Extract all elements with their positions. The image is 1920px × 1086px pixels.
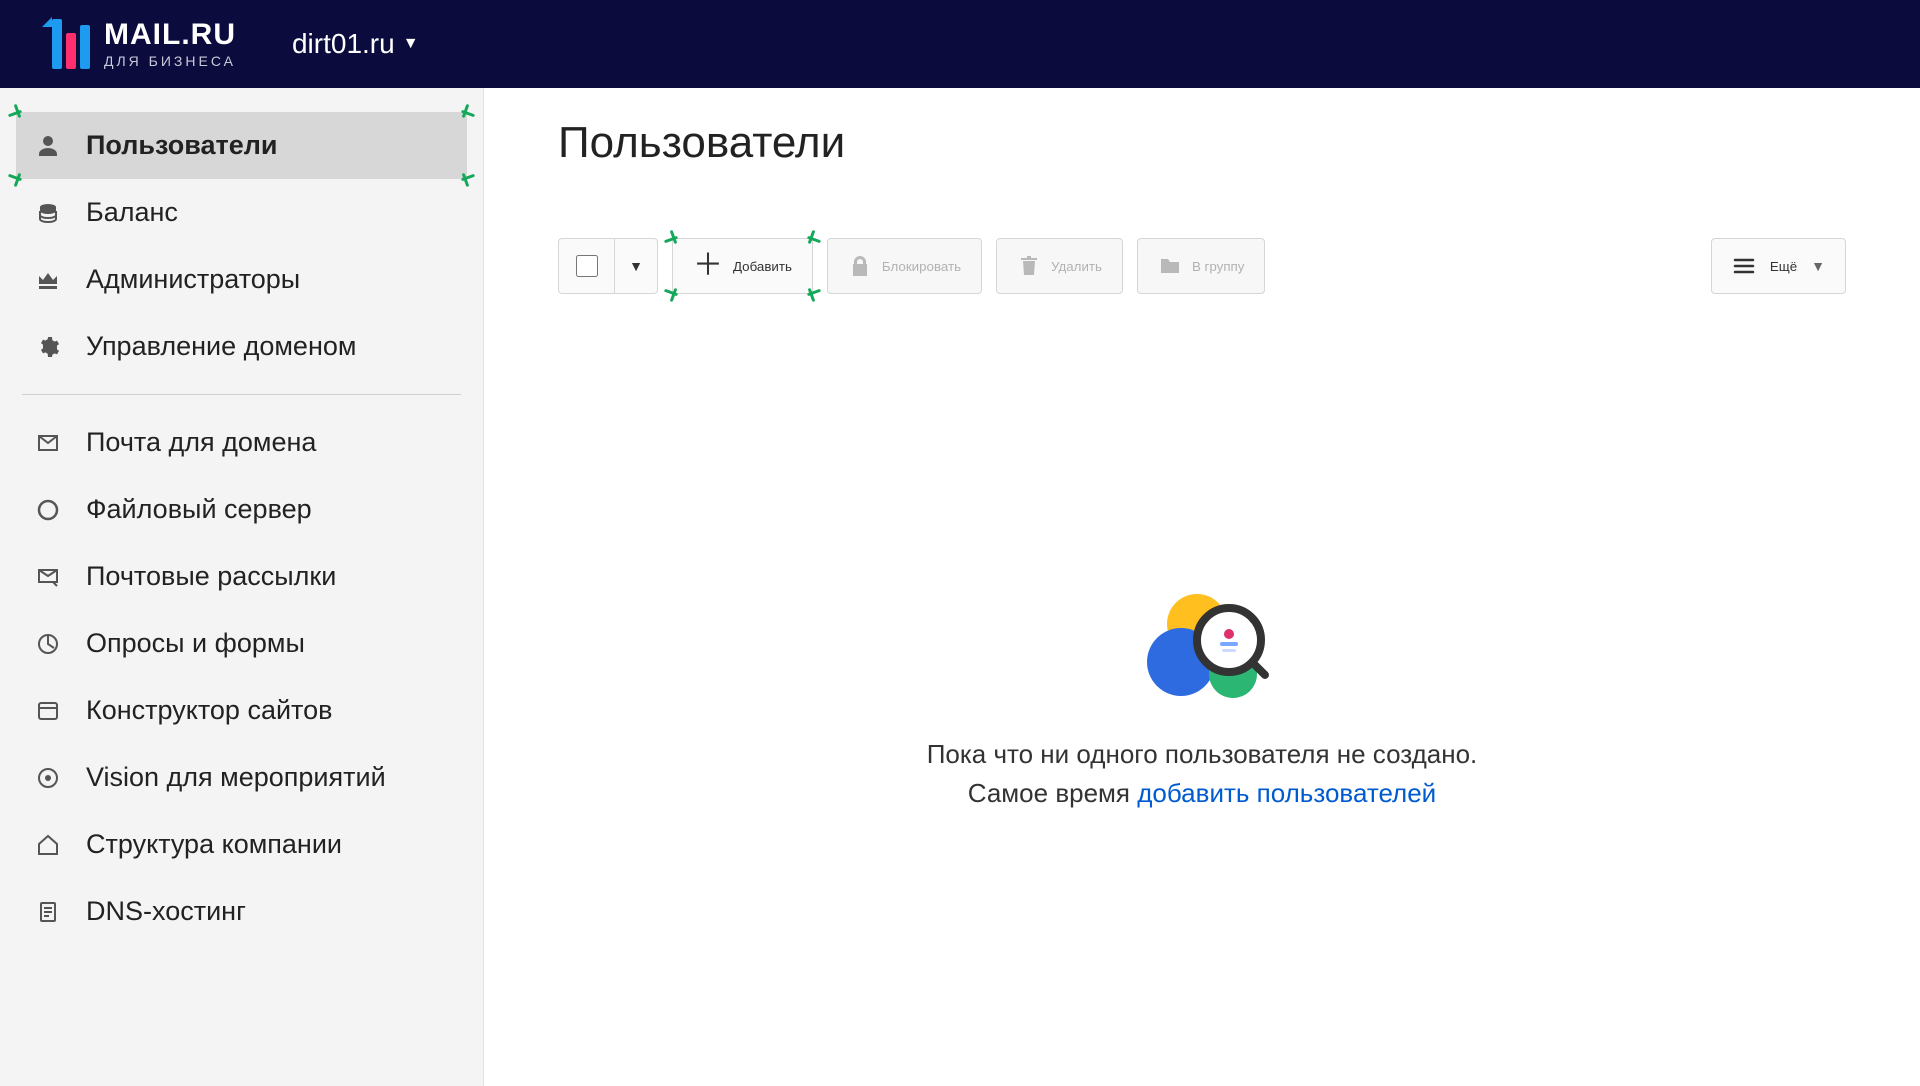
mailings-icon [36, 565, 64, 589]
empty-line2-prefix: Самое время [968, 778, 1137, 808]
block-button-label: Блокировать [882, 259, 961, 274]
sidebar-item-fileserver[interactable]: Файловый сервер [16, 476, 467, 543]
sidebar-item-label: Администраторы [86, 264, 300, 295]
toolbar: ▼ ＋ Добавить Блокировать [558, 238, 1846, 294]
sidebar-item-label: Vision для мероприятий [86, 762, 386, 793]
polls-icon [36, 632, 64, 656]
delete-button-label: Удалить [1051, 259, 1102, 274]
main-content: Пользователи ▼ ＋ Добавить [484, 88, 1920, 1086]
sidebar-item-label: Файловый сервер [86, 494, 312, 525]
to-group-button-label: В группу [1192, 259, 1244, 274]
block-button[interactable]: Блокировать [827, 238, 982, 294]
sidebar-item-admins[interactable]: Администраторы [16, 246, 467, 313]
select-all-input[interactable] [576, 255, 598, 277]
sidebar-item-vision[interactable]: Vision для мероприятий [16, 744, 467, 811]
add-button-label: Добавить [733, 259, 792, 274]
empty-state-text: Пока что ни одного пользователя не созда… [558, 735, 1846, 813]
sidebar-item-label: Опросы и формы [86, 628, 305, 659]
menu-icon [1732, 254, 1756, 278]
add-users-link[interactable]: добавить пользователей [1137, 778, 1436, 808]
app-root: MAIL.RU ДЛЯ БИЗНЕСА dirt01.ru ▼ Пользова… [0, 0, 1920, 1086]
logo-mark-icon [52, 19, 90, 69]
sidebar-item-label: Управление доменом [86, 331, 356, 362]
plus-icon: ＋ [693, 251, 723, 281]
select-all-dropdown[interactable]: ▼ [614, 238, 658, 294]
empty-line1: Пока что ни одного пользователя не созда… [558, 735, 1846, 774]
domain-settings-icon [36, 335, 64, 359]
sidebar-item-label: Структура компании [86, 829, 342, 860]
fileserver-icon [36, 498, 64, 522]
sitebuilder-icon [36, 699, 64, 723]
mail-icon [36, 431, 64, 455]
select-all-checkbox[interactable] [558, 238, 614, 294]
lock-icon [848, 254, 872, 278]
more-button-label: Ещё [1770, 259, 1797, 274]
sidebar-divider [22, 394, 461, 395]
sidebar-item-label: Пользователи [86, 130, 277, 161]
add-button[interactable]: ＋ Добавить [672, 238, 813, 294]
chevron-down-icon: ▼ [403, 35, 419, 53]
logo-line1: MAIL.RU [104, 20, 236, 50]
balance-icon [36, 201, 64, 225]
sidebar-item-label: Конструктор сайтов [86, 695, 332, 726]
sidebar-item-label: DNS-хостинг [86, 896, 246, 927]
trash-icon [1017, 254, 1041, 278]
sidebar-item-domain-settings[interactable]: Управление доменом [16, 313, 467, 380]
page-title: Пользователи [558, 118, 1846, 168]
logo[interactable]: MAIL.RU ДЛЯ БИЗНЕСА [52, 19, 236, 69]
sidebar-item-dns[interactable]: DNS-хостинг [16, 878, 467, 945]
logo-text: MAIL.RU ДЛЯ БИЗНЕСА [104, 20, 236, 68]
sidebar-item-polls[interactable]: Опросы и формы [16, 610, 467, 677]
sidebar-item-label: Баланс [86, 197, 178, 228]
sidebar-item-users[interactable]: Пользователи [16, 112, 467, 179]
chevron-down-icon: ▼ [629, 258, 643, 274]
vision-icon [36, 766, 64, 790]
sidebar-item-sitebuilder[interactable]: Конструктор сайтов [16, 677, 467, 744]
dns-hosting-icon [36, 900, 64, 924]
search-icon [1193, 604, 1265, 676]
sidebar-item-structure[interactable]: Структура компании [16, 811, 467, 878]
select-all-group: ▼ [558, 238, 658, 294]
domain-selector[interactable]: dirt01.ru ▼ [292, 28, 419, 60]
to-group-button[interactable]: В группу [1137, 238, 1265, 294]
sidebar-item-mailings[interactable]: Почтовые рассылки [16, 543, 467, 610]
chevron-down-icon: ▼ [1811, 258, 1825, 274]
empty-state: Пока что ни одного пользователя не созда… [558, 594, 1846, 813]
company-structure-icon [36, 833, 64, 857]
sidebar: Пользователи Баланс Администраторы [0, 88, 484, 1086]
folder-icon [1158, 254, 1182, 278]
sidebar-item-domain-mail[interactable]: Почта для домена [16, 409, 467, 476]
body: Пользователи Баланс Администраторы [0, 88, 1920, 1086]
sidebar-item-label: Почта для домена [86, 427, 316, 458]
domain-name: dirt01.ru [292, 28, 395, 60]
more-button[interactable]: Ещё ▼ [1711, 238, 1846, 294]
empty-state-illustration [1137, 594, 1267, 704]
user-icon [36, 134, 64, 158]
header: MAIL.RU ДЛЯ БИЗНЕСА dirt01.ru ▼ [0, 0, 1920, 88]
sidebar-item-label: Почтовые рассылки [86, 561, 336, 592]
logo-line2: ДЛЯ БИЗНЕСА [104, 54, 236, 68]
admins-icon [36, 268, 64, 292]
sidebar-item-balance[interactable]: Баланс [16, 179, 467, 246]
delete-button[interactable]: Удалить [996, 238, 1123, 294]
